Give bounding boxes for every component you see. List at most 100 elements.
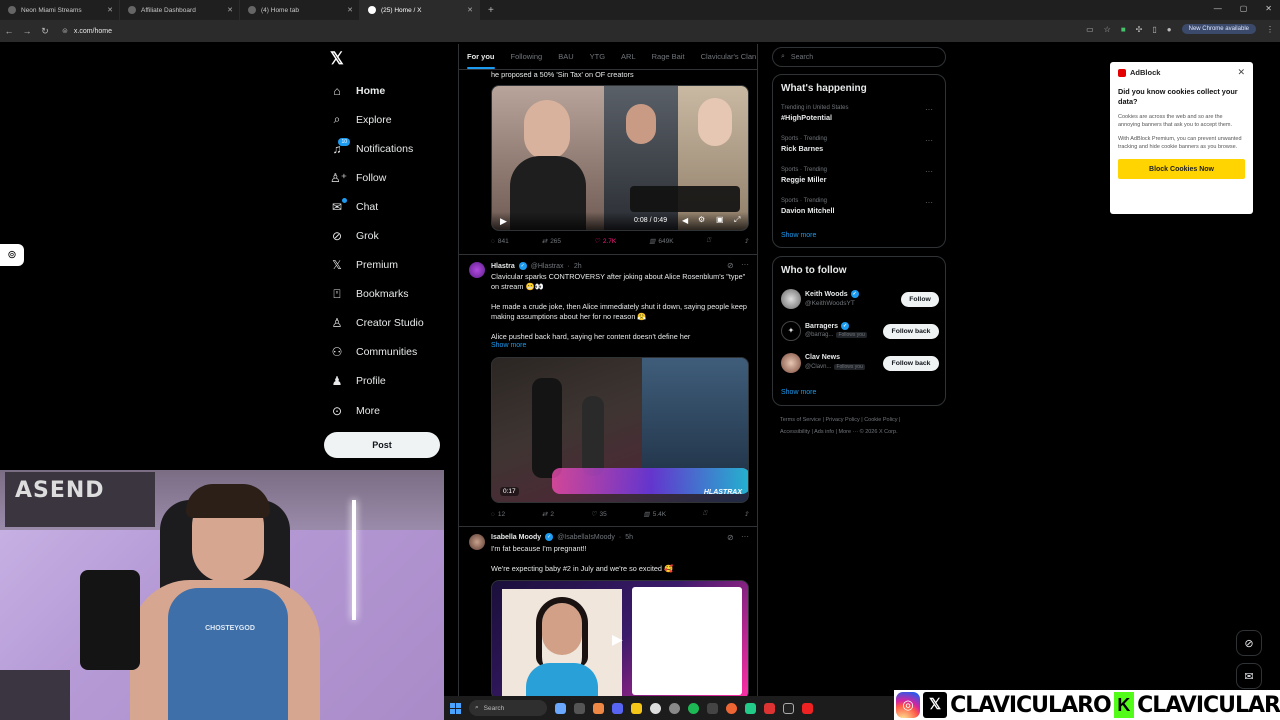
obs-icon[interactable] — [783, 702, 794, 714]
chrome-icon[interactable] — [650, 702, 661, 714]
fullscreen-icon[interactable]: ⤢ — [734, 215, 740, 225]
post-time[interactable]: 2h — [574, 263, 582, 270]
more-options-icon[interactable]: ··· — [741, 532, 749, 541]
follow-back-button[interactable]: Follow back — [883, 324, 939, 339]
show-more-link[interactable]: Show more — [781, 389, 816, 396]
footer-link[interactable]: Accessibility — [780, 429, 810, 435]
tab-close-icon[interactable]: ✕ — [227, 6, 233, 14]
bookmark-button[interactable]: ⍞ — [703, 510, 707, 518]
account-name[interactable]: Barragers ✓ — [805, 322, 850, 330]
tab-rage-bait[interactable]: Rage Bait — [652, 52, 685, 61]
spotify-icon[interactable] — [688, 702, 699, 714]
taskbar-app-icon[interactable] — [764, 702, 775, 714]
bookmark-star-icon[interactable]: ☆ — [1104, 25, 1111, 34]
avatar[interactable]: ✦ — [781, 321, 801, 341]
browser-tab-home-tab[interactable]: (4) Home tab ✕ — [240, 0, 360, 20]
nav-item-premium[interactable]: 𝕏 Premium — [330, 251, 424, 280]
grok-post-icon[interactable]: ⊘ — [727, 533, 734, 542]
nav-item-communities[interactable]: ⚇ Communities — [330, 338, 424, 367]
views-button[interactable]: ▥ 5.4K — [644, 510, 667, 519]
follow-button[interactable]: Follow — [901, 292, 939, 307]
taskbar-app-icon[interactable] — [802, 702, 813, 714]
browser-tab-affiliate[interactable]: Affiliate Dashboard ✕ — [120, 0, 240, 20]
tab-close-icon[interactable]: ✕ — [107, 6, 113, 14]
nav-item-follow[interactable]: ♙⁺ Follow — [330, 163, 424, 192]
url-field[interactable]: ⊜ x.com/home — [62, 27, 112, 35]
trend-more-icon[interactable]: ··· — [925, 198, 933, 207]
taskbar-app-icon[interactable] — [593, 702, 604, 714]
reload-icon[interactable]: ↻ — [36, 26, 54, 37]
profile-avatar-icon[interactable]: ● — [1167, 25, 1172, 34]
maximize-icon[interactable]: ▢ — [1240, 4, 1248, 13]
taskbar-app-icon[interactable] — [555, 702, 566, 714]
trend-more-icon[interactable]: ··· — [925, 167, 933, 176]
new-chrome-button[interactable]: New Chrome available — [1181, 24, 1256, 34]
like-button[interactable]: ♡ 2.7K — [594, 237, 616, 246]
extensions-puzzle-icon[interactable]: ✣ — [1136, 25, 1143, 34]
site-info-icon[interactable]: ⊜ — [62, 28, 68, 35]
author-name[interactable]: Isabella Moody — [491, 534, 541, 541]
video-player[interactable]: ▶ 0:08 / 0:49 ◀ ⚙ ▣ ⤢ — [491, 85, 749, 231]
nav-item-creator-studio[interactable]: ♙ Creator Studio — [330, 309, 424, 338]
sidepanel-icon[interactable]: ▯ — [1152, 25, 1156, 34]
new-tab-icon[interactable]: + — [480, 5, 502, 16]
author-handle[interactable]: @Hlastrax — [531, 263, 564, 270]
close-window-icon[interactable]: ✕ — [1265, 4, 1272, 13]
footer-link[interactable]: Terms of Service — [780, 417, 821, 423]
folder-icon[interactable] — [631, 702, 642, 714]
block-cookies-button[interactable]: Block Cookies Now — [1118, 159, 1245, 179]
nav-item-profile[interactable]: ♟ Profile — [330, 367, 424, 396]
windows-start-icon[interactable] — [450, 702, 461, 714]
taskbar-app-icon[interactable] — [574, 702, 585, 714]
nav-item-grok[interactable]: ⊘ Grok — [330, 221, 424, 250]
repost-button[interactable]: ⇄ 2 — [542, 510, 554, 519]
tab-following[interactable]: Following — [511, 52, 543, 61]
search-input[interactable]: ⌕ Search — [772, 47, 946, 67]
volume-icon[interactable]: ◀ — [682, 216, 688, 225]
taskbar-app-icon[interactable] — [726, 702, 737, 714]
forward-icon[interactable]: → — [18, 26, 36, 36]
chrome-menu-icon[interactable]: ⋮ — [1266, 25, 1274, 34]
avatar[interactable] — [469, 534, 485, 550]
trend-item[interactable]: Sports · Trending Davion Mitchell ··· — [781, 198, 941, 215]
tab-for-you[interactable]: For you — [467, 52, 495, 69]
minimize-icon[interactable]: — — [1214, 4, 1222, 13]
share-button[interactable]: ⇪ — [744, 510, 749, 518]
nav-item-home[interactable]: ⌂ Home — [330, 76, 424, 105]
taskbar-search[interactable]: ⌕ Search — [469, 700, 547, 716]
nav-item-chat[interactable]: ✉ Chat — [330, 192, 424, 221]
close-icon[interactable]: ✕ — [1237, 67, 1245, 78]
footer-link[interactable]: Ads info — [814, 429, 834, 435]
grok-post-icon[interactable]: ⊘ — [727, 261, 734, 270]
reply-button[interactable]: ◌ 841 — [491, 238, 509, 245]
browser-tab-neon-miami[interactable]: Neon Miami Streams ✕ — [0, 0, 120, 20]
messages-float-icon[interactable]: ✉ — [1236, 663, 1262, 689]
like-button[interactable]: ♡ 35 — [591, 510, 607, 519]
post-time[interactable]: 5h — [625, 534, 633, 541]
browser-tab-x-home[interactable]: (25) Home / X ✕ — [360, 0, 480, 20]
back-icon[interactable]: ← — [0, 26, 18, 36]
x-logo-icon[interactable]: 𝕏 — [330, 49, 344, 69]
grok-float-icon[interactable]: ⊘ — [1236, 630, 1262, 656]
post-button[interactable]: Post — [324, 432, 440, 458]
tab-bau[interactable]: BAU — [558, 52, 573, 61]
nav-item-bookmarks[interactable]: ⍞ Bookmarks — [330, 280, 424, 309]
trend-item[interactable]: Sports · Trending Reggie Miller ··· — [781, 167, 941, 184]
nav-item-notifications[interactable]: ♫ 10 Notifications — [330, 134, 424, 163]
video-player[interactable]: 0:17 HLASTRAX — [491, 357, 749, 503]
repost-button[interactable]: ⇄ 265 — [542, 237, 561, 246]
tab-clan[interactable]: Clavicular's Clan — [701, 52, 757, 61]
trend-item[interactable]: Trending in United States #HighPotential… — [781, 105, 941, 122]
tab-close-icon[interactable]: ✕ — [347, 6, 353, 14]
chrome-beta-icon[interactable] — [745, 702, 756, 714]
tab-arl[interactable]: ARL — [621, 52, 636, 61]
share-button[interactable]: ⇪ — [744, 237, 749, 245]
reply-button[interactable]: ◌ 12 — [491, 511, 505, 518]
footer-link[interactable]: Privacy Policy — [825, 417, 859, 423]
show-more-link[interactable]: Show more — [491, 342, 526, 349]
bookmark-button[interactable]: ⍞ — [707, 237, 711, 245]
discord-icon[interactable] — [612, 702, 623, 714]
views-button[interactable]: ▥ 649K — [649, 237, 673, 246]
footer-link[interactable]: More ··· — [839, 429, 859, 435]
google-lens-icon[interactable]: ⊚ — [0, 244, 24, 266]
